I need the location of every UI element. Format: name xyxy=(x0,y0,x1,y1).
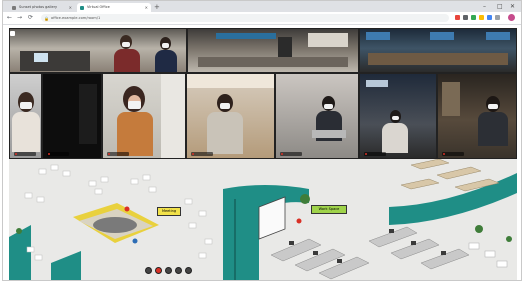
url-input[interactable]: 🔒 office.example.com/room/1 xyxy=(41,14,449,22)
participant-name-tag xyxy=(107,152,129,156)
participant-name-tag xyxy=(280,152,302,156)
meeting-area-sign: Meeting xyxy=(157,207,181,216)
video-tile[interactable] xyxy=(437,73,517,159)
video-grid xyxy=(9,28,517,159)
maximize-button[interactable]: □ xyxy=(497,2,503,11)
leave-button[interactable] xyxy=(185,267,192,274)
extension-icon[interactable] xyxy=(463,15,468,20)
grid-menu-button[interactable] xyxy=(10,31,15,36)
office-floor-plan xyxy=(9,159,517,280)
close-tab-icon[interactable]: ✕ xyxy=(69,3,72,12)
participant-name-tag xyxy=(14,152,36,156)
video-tile[interactable] xyxy=(9,73,42,159)
participant-name-tag xyxy=(47,152,69,156)
participant-name-tag xyxy=(364,152,386,156)
virtual-office-map[interactable]: Meeting Work Space xyxy=(9,159,517,280)
mic-toggle-button[interactable] xyxy=(145,267,152,274)
back-button[interactable]: ← xyxy=(7,13,12,23)
close-window-button[interactable]: ✕ xyxy=(510,2,515,11)
reload-button[interactable]: ⟳ xyxy=(28,13,33,23)
browser-window: Sunset photos gallery ✕ Virtual Office ✕… xyxy=(2,0,522,281)
lock-icon: 🔒 xyxy=(44,15,49,21)
video-tile[interactable] xyxy=(186,73,275,159)
participant-name-tag xyxy=(442,152,464,156)
extension-icon[interactable] xyxy=(495,15,500,20)
tab-label: Sunset photos gallery xyxy=(19,5,58,9)
camera-toggle-button[interactable] xyxy=(155,267,162,274)
extension-icon[interactable] xyxy=(479,15,484,20)
url-text: office.example.com/room/1 xyxy=(51,16,101,20)
tab-inactive[interactable]: Sunset photos gallery ✕ xyxy=(9,3,75,12)
new-tab-button[interactable]: + xyxy=(154,2,160,12)
tab-favicon-icon xyxy=(80,5,84,10)
extension-icon[interactable] xyxy=(455,15,460,20)
video-tile[interactable] xyxy=(275,73,359,159)
settings-button[interactable] xyxy=(175,267,182,274)
tab-active[interactable]: Virtual Office ✕ xyxy=(77,3,151,12)
video-tile[interactable] xyxy=(187,28,359,73)
video-tile[interactable] xyxy=(359,73,437,159)
profile-avatar[interactable] xyxy=(508,14,515,21)
workspace-sign: Work Space xyxy=(311,205,347,214)
screen-share-button[interactable] xyxy=(165,267,172,274)
video-tile[interactable] xyxy=(42,73,102,159)
forward-button[interactable]: → xyxy=(17,13,22,23)
address-bar: ← → ⟳ 🔒 office.example.com/room/1 xyxy=(3,12,521,25)
video-tile[interactable] xyxy=(102,73,186,159)
close-tab-icon[interactable]: ✕ xyxy=(145,3,148,12)
tab-label: Virtual Office xyxy=(87,5,110,9)
video-tile[interactable] xyxy=(359,28,517,73)
tab-bar: Sunset photos gallery ✕ Virtual Office ✕… xyxy=(3,1,521,12)
participant-name-tag xyxy=(191,152,213,156)
minimize-button[interactable]: – xyxy=(483,2,486,11)
tab-favicon-icon xyxy=(12,5,16,10)
video-tile[interactable] xyxy=(9,28,187,73)
extension-icon[interactable] xyxy=(487,15,492,20)
extension-icon[interactable] xyxy=(471,15,476,20)
